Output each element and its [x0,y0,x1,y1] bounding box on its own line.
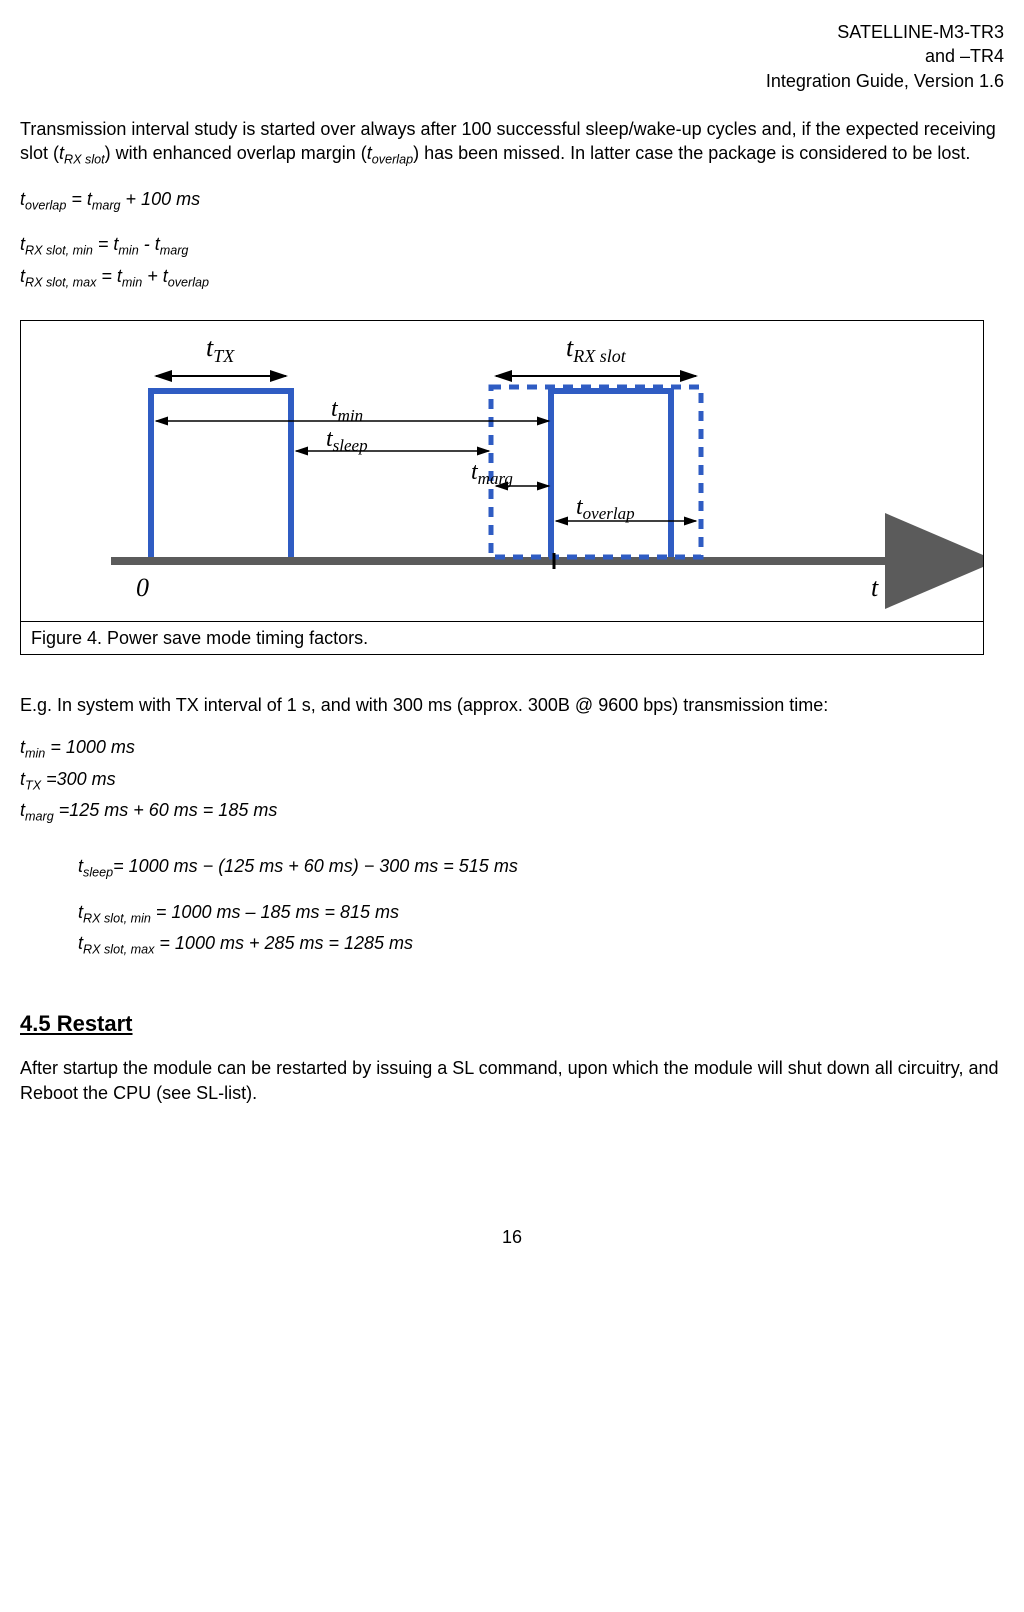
eq-text: = 1000 ms − (125 ms + 60 ms) − 300 ms = … [113,856,518,876]
sub-overlap: overlap [372,153,413,167]
eq-text: =125 ms + 60 ms = 185 ms [54,800,278,820]
example-intro: E.g. In system with TX interval of 1 s, … [20,693,1004,717]
example-rxmin: tRX slot, min = 1000 ms – 185 ms = 815 m… [78,900,1004,928]
example-ttx: tTX =300 ms [20,767,1004,795]
equation-rx-max: tRX slot, max = tmin + toverlap [20,264,1004,292]
eq-sub: min [118,244,138,258]
eq-sub: min [122,276,142,290]
eq-t: - t [139,234,160,254]
eq-sub: RX slot, max [83,943,154,957]
intro-text-3: ) has been missed. In latter case the pa… [413,143,970,163]
axis-t: t [871,573,879,602]
eq-sub: RX slot, min [83,911,151,925]
header-line-1: SATELLINE-M3-TR3 [20,20,1004,44]
eq-sub: marg [92,198,121,212]
figure-4: 0 t tTX tRX slot tmin tsleep tmarg tover… [20,320,984,655]
label-trxslot: tRX slot [566,333,627,366]
eq-t: = t [96,266,122,286]
example-tsleep: tsleep= 1000 ms − (125 ms + 60 ms) − 300… [78,854,1004,882]
eq-sub: min [25,747,45,761]
eq-sub: marg [160,244,189,258]
eq-sub: marg [25,810,54,824]
eq-t: + t [142,266,168,286]
label-toverlap: toverlap [576,494,635,523]
eq-t: = t [93,234,119,254]
eq-text: = 1000 ms + 285 ms = 1285 ms [154,933,413,953]
document-header: SATELLINE-M3-TR3 and –TR4 Integration Gu… [20,20,1004,93]
label-ttx: tTX [206,333,235,366]
equation-overlap: toverlap = tmarg + 100 ms [20,187,1004,215]
eq-sub: RX slot, min [25,244,93,258]
eq-sub: overlap [168,276,209,290]
eq-sub: RX slot, max [25,276,96,290]
label-tmin: tmin [331,396,363,425]
axis-zero: 0 [136,573,149,602]
example-tmarg: tmarg =125 ms + 60 ms = 185 ms [20,798,1004,826]
intro-paragraph: Transmission interval study is started o… [20,117,1004,169]
eq-sub: sleep [83,866,113,880]
example-tmin: tmin = 1000 ms [20,735,1004,763]
eq-text: + 100 ms [121,189,201,209]
equation-rx-min: tRX slot, min = tmin - tmarg [20,232,1004,260]
eq-t: = t [66,189,92,209]
eq-sub: overlap [25,198,66,212]
intro-text-2: ) with enhanced overlap margin ( [105,143,367,163]
label-tsleep: tsleep [326,426,368,455]
section-4-5-body: After startup the module can be restarte… [20,1056,1004,1105]
header-line-3: Integration Guide, Version 1.6 [20,69,1004,93]
eq-text: =300 ms [41,769,116,789]
example-rxmax: tRX slot, max = 1000 ms + 285 ms = 1285 … [78,931,1004,959]
eq-text: = 1000 ms – 185 ms = 815 ms [151,902,399,922]
eq-sub: TX [25,778,41,792]
figure-caption: Figure 4. Power save mode timing factors… [21,621,983,654]
page-number: 16 [20,1225,1004,1249]
timing-diagram: 0 t tTX tRX slot tmin tsleep tmarg tover… [21,321,983,621]
section-4-5-heading: 4.5 Restart [20,1009,1004,1039]
eq-text: = 1000 ms [45,737,135,757]
sub-rxslot: RX slot [64,153,105,167]
label-tmarg: tmarg [471,459,513,488]
header-line-2: and –TR4 [20,44,1004,68]
